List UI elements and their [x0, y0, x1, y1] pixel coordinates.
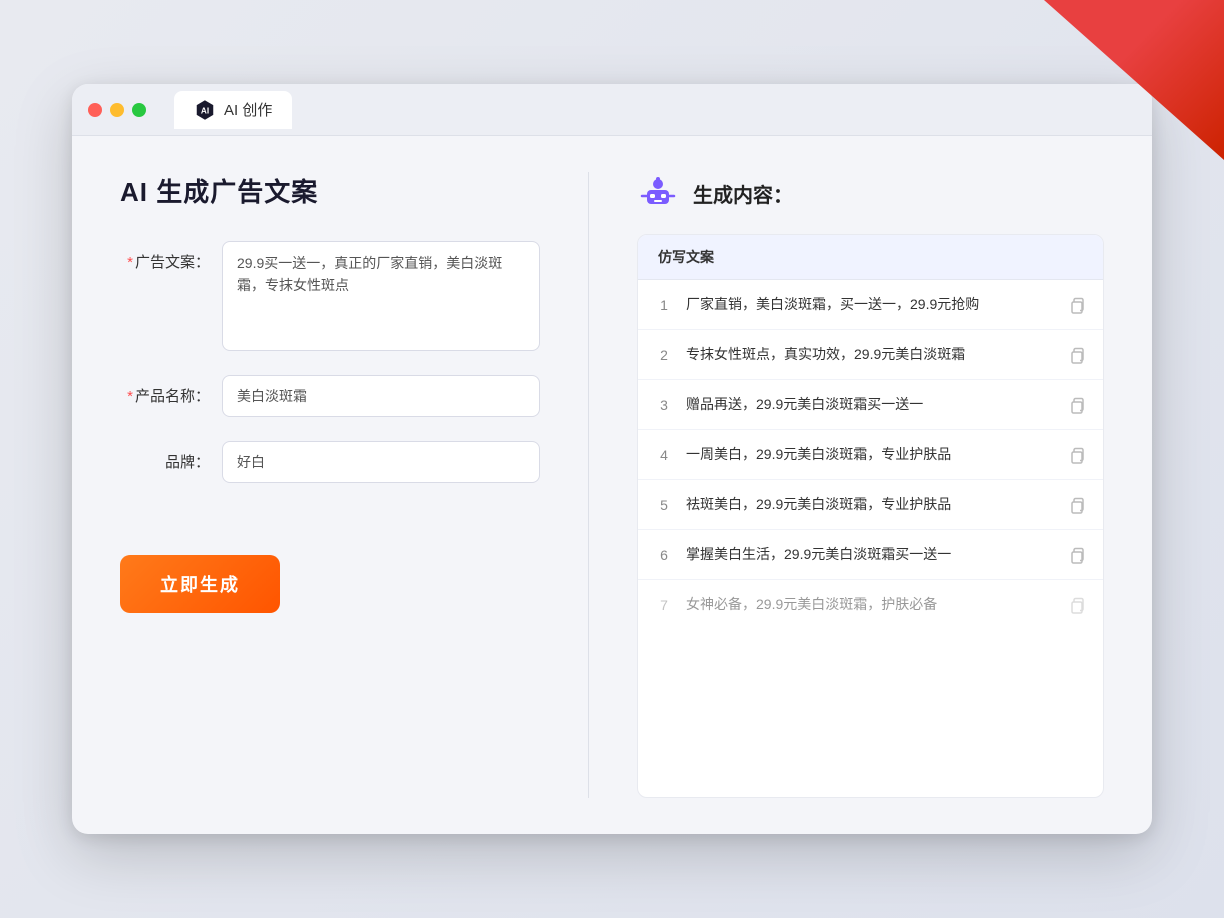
- copy-icon-7[interactable]: [1067, 595, 1087, 615]
- result-row-faded: 7 女神必备，29.9元美白淡斑霜，护肤必备: [638, 580, 1103, 629]
- product-name-input[interactable]: [222, 375, 540, 417]
- title-bar: AI AI 创作: [72, 84, 1152, 136]
- main-content: AI 生成广告文案 *广告文案： 29.9买一送一，真正的厂家直销，美白淡斑霜，…: [72, 136, 1152, 834]
- ai-creation-tab[interactable]: AI AI 创作: [174, 91, 292, 129]
- close-button[interactable]: [88, 103, 102, 117]
- result-num-7: 7: [654, 597, 674, 613]
- result-title: 生成内容：: [693, 179, 793, 208]
- svg-text:AI: AI: [201, 106, 209, 115]
- copy-icon-5[interactable]: [1067, 495, 1087, 515]
- result-row: 5 祛斑美白，29.9元美白淡斑霜，专业护肤品: [638, 480, 1103, 530]
- maximize-button[interactable]: [132, 103, 146, 117]
- product-name-label: *产品名称：: [120, 375, 210, 406]
- generate-button[interactable]: 立即生成: [120, 555, 280, 613]
- ad-copy-input[interactable]: 29.9买一送一，真正的厂家直销，美白淡斑霜，专抹女性斑点: [222, 241, 540, 351]
- result-table-header: 仿写文案: [638, 235, 1103, 280]
- required-star-ad: *: [127, 254, 133, 271]
- copy-icon-2[interactable]: [1067, 345, 1087, 365]
- copy-icon-3[interactable]: [1067, 395, 1087, 415]
- required-star-product: *: [127, 388, 133, 405]
- result-row: 2 专抹女性斑点，真实功效，29.9元美白淡斑霜: [638, 330, 1103, 380]
- result-num-5: 5: [654, 497, 674, 513]
- result-text-4: 一周美白，29.9元美白淡斑霜，专业护肤品: [686, 444, 1055, 465]
- result-text-1: 厂家直销，美白淡斑霜，买一送一，29.9元抢购: [686, 294, 1055, 315]
- browser-window: AI AI 创作 AI 生成广告文案 *广告文案： 29.9买一送一，真正的厂家…: [72, 84, 1152, 834]
- product-name-group: *产品名称：: [120, 375, 540, 417]
- result-row: 1 厂家直销，美白淡斑霜，买一送一，29.9元抢购: [638, 280, 1103, 330]
- tab-label: AI 创作: [224, 99, 272, 120]
- result-row: 6 掌握美白生活，29.9元美白淡斑霜买一送一: [638, 530, 1103, 580]
- result-text-2: 专抹女性斑点，真实功效，29.9元美白淡斑霜: [686, 344, 1055, 365]
- brand-group: 品牌：: [120, 441, 540, 483]
- page-title: AI 生成广告文案: [120, 172, 540, 209]
- brand-label: 品牌：: [120, 441, 210, 472]
- panel-divider: [588, 172, 589, 798]
- ad-copy-label: *广告文案：: [120, 241, 210, 272]
- result-num-6: 6: [654, 547, 674, 563]
- result-num-1: 1: [654, 297, 674, 313]
- result-num-4: 4: [654, 447, 674, 463]
- ai-tab-icon: AI: [194, 99, 216, 121]
- result-num-3: 3: [654, 397, 674, 413]
- minimize-button[interactable]: [110, 103, 124, 117]
- left-panel: AI 生成广告文案 *广告文案： 29.9买一送一，真正的厂家直销，美白淡斑霜，…: [120, 172, 540, 798]
- result-row: 4 一周美白，29.9元美白淡斑霜，专业护肤品: [638, 430, 1103, 480]
- result-text-5: 祛斑美白，29.9元美白淡斑霜，专业护肤品: [686, 494, 1055, 515]
- result-row: 3 赠品再送，29.9元美白淡斑霜买一送一: [638, 380, 1103, 430]
- result-header: 生成内容：: [637, 172, 1104, 214]
- copy-icon-6[interactable]: [1067, 545, 1087, 565]
- result-table: 仿写文案 1 厂家直销，美白淡斑霜，买一送一，29.9元抢购 2 专抹女性斑点，…: [637, 234, 1104, 798]
- copy-icon-1[interactable]: [1067, 295, 1087, 315]
- result-text-7: 女神必备，29.9元美白淡斑霜，护肤必备: [686, 594, 1055, 615]
- traffic-lights: [88, 103, 146, 117]
- copy-icon-4[interactable]: [1067, 445, 1087, 465]
- right-panel: 生成内容： 仿写文案 1 厂家直销，美白淡斑霜，买一送一，29.9元抢购 2 专…: [637, 172, 1104, 798]
- result-text-6: 掌握美白生活，29.9元美白淡斑霜买一送一: [686, 544, 1055, 565]
- brand-input[interactable]: [222, 441, 540, 483]
- robot-icon: [637, 172, 679, 214]
- result-num-2: 2: [654, 347, 674, 363]
- result-text-3: 赠品再送，29.9元美白淡斑霜买一送一: [686, 394, 1055, 415]
- ad-copy-group: *广告文案： 29.9买一送一，真正的厂家直销，美白淡斑霜，专抹女性斑点: [120, 241, 540, 351]
